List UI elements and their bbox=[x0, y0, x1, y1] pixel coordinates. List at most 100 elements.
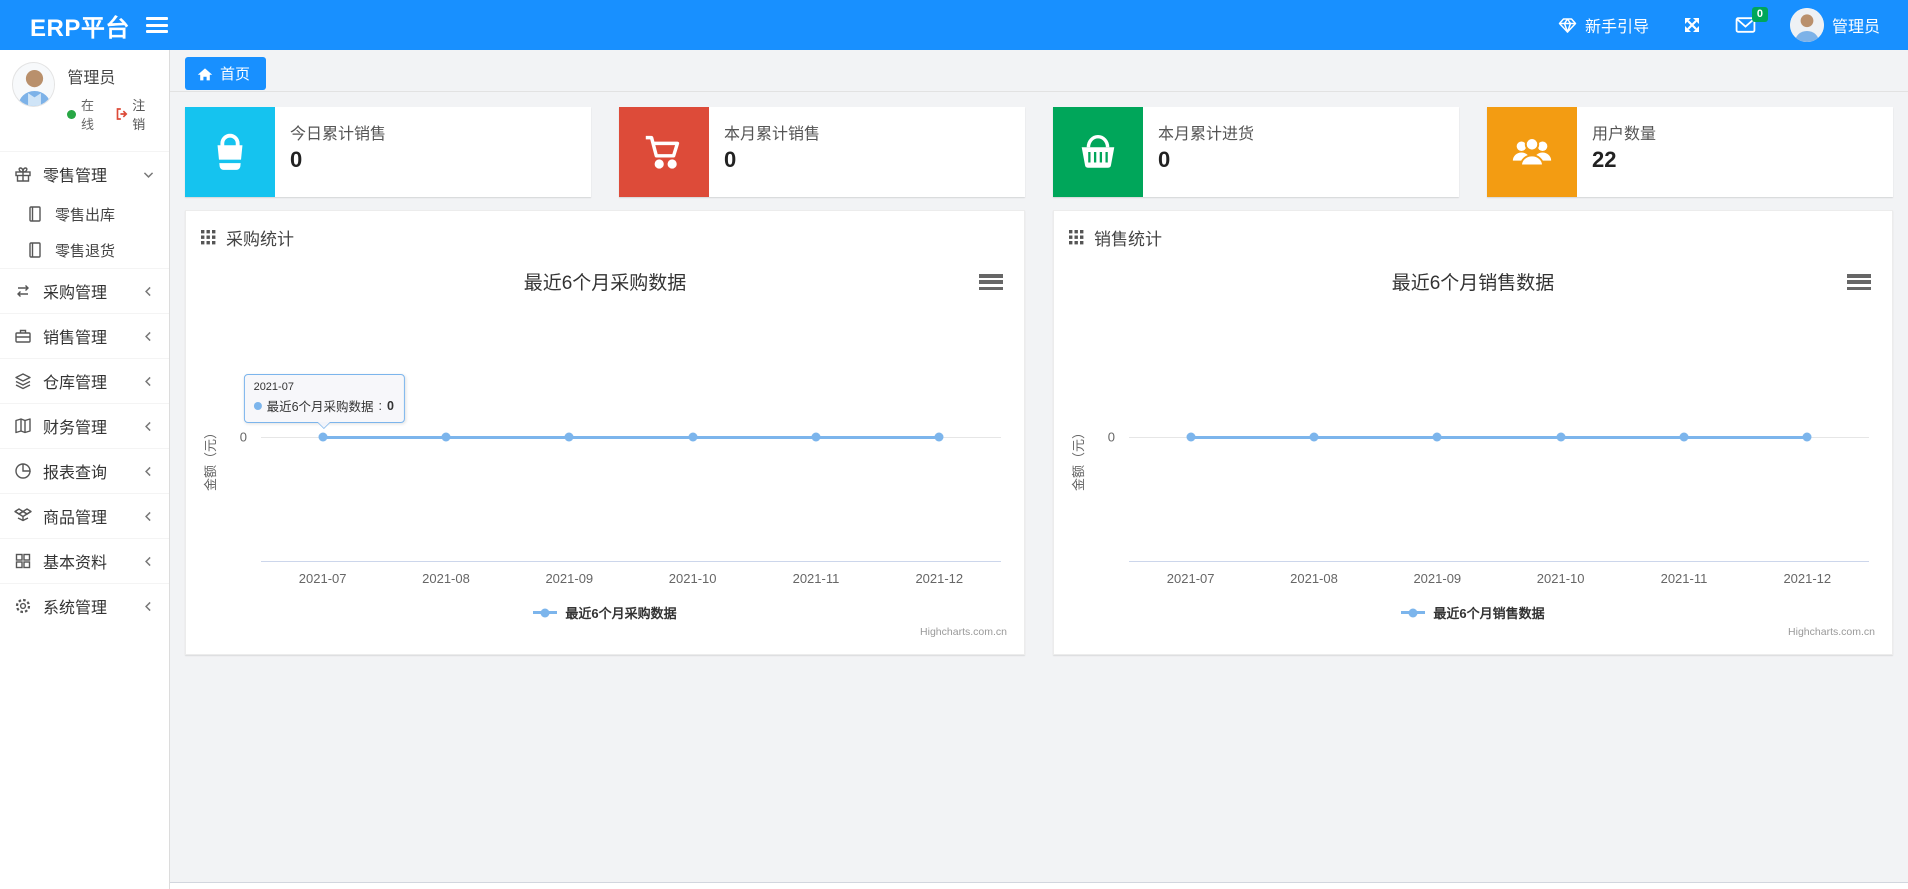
tab-home[interactable]: 首页 bbox=[185, 57, 267, 90]
guide-label: 新手引导 bbox=[1584, 19, 1649, 36]
sidebar-item-retail-outbound[interactable]: 零售出库 bbox=[0, 196, 169, 232]
stat-value: 22 bbox=[1592, 147, 1617, 172]
purchase-chart: 最近6个月采购数据 金额（元） 0 2021-07 最近6个月采购数据: 0 … bbox=[191, 256, 1019, 646]
sidebar-menu: 零售管理 零售出库 零售退货 采购管理 销售管理 仓库管理 财务管理 报表查询 … bbox=[0, 151, 169, 628]
data-point[interactable] bbox=[1679, 432, 1689, 442]
legend-marker-icon bbox=[1401, 608, 1426, 617]
sidebar-item-retail[interactable]: 零售管理 bbox=[0, 151, 169, 196]
stat-value: 0 bbox=[724, 147, 737, 172]
chevron-left-icon bbox=[142, 375, 155, 388]
footer bbox=[170, 882, 1908, 889]
sidebar-item-finance[interactable]: 财务管理 bbox=[0, 403, 169, 448]
sign-out-icon bbox=[116, 108, 128, 120]
stat-value: 0 bbox=[1158, 147, 1171, 172]
th-grid-icon bbox=[1069, 230, 1084, 245]
briefcase-icon bbox=[14, 327, 32, 345]
sidebar-avatar bbox=[12, 62, 56, 107]
sidebar-username: 管理员 bbox=[67, 70, 116, 87]
tooltip-series: 最近6个月采购数据 bbox=[266, 400, 374, 414]
messages-button[interactable]: 0 bbox=[1735, 7, 1768, 34]
pie-chart-icon bbox=[14, 462, 32, 480]
layers-icon bbox=[14, 372, 32, 390]
journal-icon bbox=[26, 205, 44, 223]
sales-stats-panel: 销售统计 最近6个月销售数据 金额（元） 0 2021-07 2021-08 2… bbox=[1053, 210, 1893, 655]
chevron-left-icon bbox=[142, 555, 155, 568]
app-logo[interactable]: ERP平台 bbox=[0, 8, 138, 43]
highcharts-credits-link[interactable]: Highcharts.com.cn bbox=[920, 626, 1007, 638]
sidebar-item-warehouse[interactable]: 仓库管理 bbox=[0, 358, 169, 403]
dashboard-content: 今日累计销售 0 本月累计销售 0 本月累计进货 0 用户数量 22 采购统计 … bbox=[170, 92, 1908, 670]
data-point[interactable] bbox=[1432, 432, 1442, 442]
stat-card-today-sales: 今日累计销售 0 bbox=[185, 107, 591, 197]
legend-item[interactable]: 最近6个月销售数据 bbox=[1059, 603, 1887, 622]
y-axis-tick: 0 bbox=[1107, 429, 1115, 445]
series-dot-icon bbox=[253, 401, 262, 410]
stat-card-month-sales: 本月累计销售 0 bbox=[619, 107, 1025, 197]
stat-label: 本月累计进货 bbox=[1158, 126, 1255, 143]
data-point[interactable] bbox=[1309, 432, 1319, 442]
fullscreen-arrows-icon bbox=[1684, 18, 1699, 32]
logout-link[interactable]: 注销 bbox=[115, 95, 157, 133]
highcharts-credits-link[interactable]: Highcharts.com.cn bbox=[1788, 626, 1875, 638]
panel-title: 销售统计 bbox=[1094, 230, 1162, 249]
top-navbar: ERP平台 新手引导 0 管理员 bbox=[0, 0, 1908, 50]
sidebar-item-reports[interactable]: 报表查询 bbox=[0, 448, 169, 493]
stat-card-month-purchase: 本月累计进货 0 bbox=[1053, 107, 1459, 197]
stat-label: 用户数量 bbox=[1592, 126, 1657, 143]
chevron-left-icon bbox=[142, 420, 155, 433]
data-point[interactable] bbox=[1802, 432, 1812, 442]
shopping-bag-icon bbox=[185, 107, 275, 197]
status-label: 在线 bbox=[81, 98, 95, 132]
th-grid-icon bbox=[201, 230, 216, 245]
legend-item[interactable]: 最近6个月采购数据 bbox=[191, 603, 1019, 622]
data-point[interactable] bbox=[564, 432, 574, 442]
data-point[interactable] bbox=[1556, 432, 1566, 442]
stat-label: 本月累计销售 bbox=[724, 126, 821, 143]
chart-tooltip: 2021-07 最近6个月采购数据: 0 bbox=[243, 374, 405, 423]
chart-panels-row: 采购统计 最近6个月采购数据 金额（元） 0 2021-07 最近6个月采购数据… bbox=[185, 210, 1893, 655]
chevron-left-icon bbox=[142, 330, 155, 343]
sidebar-toggle-icon[interactable] bbox=[146, 17, 168, 33]
online-status-icon bbox=[67, 109, 77, 119]
sidebar-item-sales[interactable]: 销售管理 bbox=[0, 313, 169, 358]
guide-link[interactable]: 新手引导 bbox=[1558, 13, 1649, 37]
y-axis-title: 金额（元） bbox=[1071, 425, 1087, 492]
data-point[interactable] bbox=[1186, 432, 1196, 442]
stat-card-user-count: 用户数量 22 bbox=[1487, 107, 1893, 197]
purchase-stats-panel: 采购统计 最近6个月采购数据 金额（元） 0 2021-07 最近6个月采购数据… bbox=[185, 210, 1025, 655]
panel-title: 采购统计 bbox=[226, 230, 294, 249]
sidebar-item-system[interactable]: 系统管理 bbox=[0, 583, 169, 628]
sidebar-item-retail-return[interactable]: 零售退货 bbox=[0, 232, 169, 268]
tooltip-date: 2021-07 bbox=[253, 381, 294, 393]
grid-icon bbox=[14, 552, 32, 570]
x-axis-labels: 2021-07 2021-08 2021-09 2021-10 2021-11 202… bbox=[1166, 571, 1832, 586]
chevron-left-icon bbox=[142, 465, 155, 478]
chevron-left-icon bbox=[142, 510, 155, 523]
legend-marker-icon bbox=[533, 608, 558, 617]
sidebar-item-basic-data[interactable]: 基本资料 bbox=[0, 538, 169, 583]
tab-strip: 首页 bbox=[170, 50, 1908, 92]
data-point[interactable] bbox=[811, 432, 821, 442]
navbar-username: 管理员 bbox=[1831, 19, 1880, 36]
chevron-down-icon bbox=[142, 168, 155, 181]
data-point[interactable] bbox=[688, 432, 698, 442]
stat-cards-row: 今日累计销售 0 本月累计销售 0 本月累计进货 0 用户数量 22 bbox=[185, 107, 1893, 197]
exchange-icon bbox=[14, 282, 32, 300]
fullscreen-button[interactable] bbox=[1683, 16, 1701, 34]
box-icon bbox=[14, 507, 32, 525]
y-axis-title: 金额（元） bbox=[203, 425, 219, 492]
users-icon bbox=[1487, 107, 1577, 197]
stat-label: 今日累计销售 bbox=[290, 126, 387, 143]
data-point[interactable] bbox=[934, 432, 944, 442]
retail-submenu: 零售出库 零售退货 bbox=[0, 196, 169, 268]
message-count-badge: 0 bbox=[1751, 7, 1768, 22]
sidebar-user-panel: 管理员 在线 注销 bbox=[0, 50, 169, 143]
sidebar-item-products[interactable]: 商品管理 bbox=[0, 493, 169, 538]
ledger-icon bbox=[14, 417, 32, 435]
stat-value: 0 bbox=[290, 147, 303, 172]
gear-icon bbox=[14, 597, 32, 615]
user-avatar bbox=[1789, 8, 1824, 42]
user-menu[interactable]: 管理员 bbox=[1789, 8, 1880, 42]
data-point[interactable] bbox=[441, 432, 451, 442]
sidebar-item-purchase[interactable]: 采购管理 bbox=[0, 268, 169, 313]
